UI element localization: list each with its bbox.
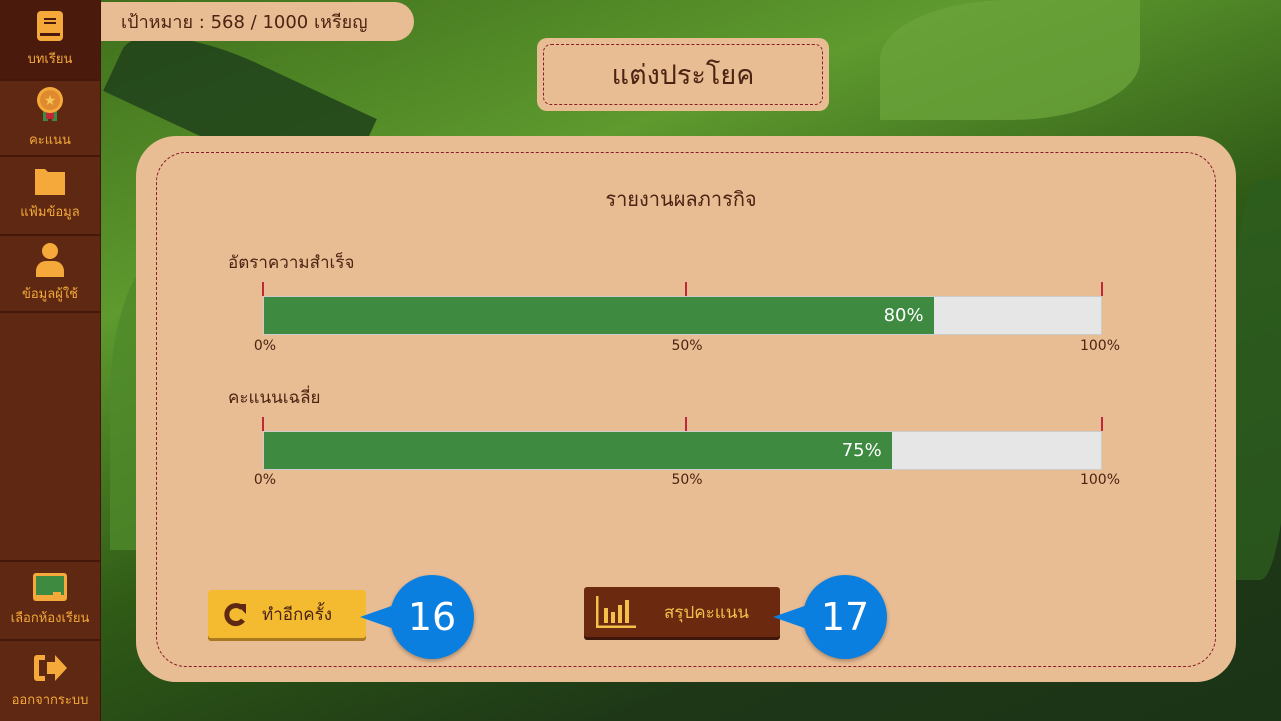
score-summary-button[interactable]: สรุปคะแนน xyxy=(584,587,780,637)
sidebar-item-label: คะแนน xyxy=(29,132,71,148)
average-score-label: คะแนนเฉลี่ย xyxy=(228,388,321,408)
sidebar-item-label: เลือกห้องเรียน xyxy=(10,611,90,626)
average-score-fill: 75% xyxy=(264,432,892,469)
tick-0 xyxy=(262,282,264,296)
score-summary-label: สรุปคะแนน xyxy=(664,602,749,623)
callout-marker-17: 17 xyxy=(773,575,887,659)
bar-chart-icon xyxy=(596,596,636,628)
scale-label: 50% xyxy=(671,472,703,488)
scale-label: 0% xyxy=(253,338,277,354)
report-heading: รายงานผลภารกิจ xyxy=(605,187,757,211)
medal-icon: ★ xyxy=(37,86,63,121)
page-title: แต่งประโยค xyxy=(543,44,823,105)
tick-100 xyxy=(1101,417,1103,431)
retry-label: ทำอีกครั้ง xyxy=(262,604,333,625)
sidebar-item-label: ออกจากระบบ xyxy=(11,692,89,708)
sidebar-item-scores[interactable]: ★ คะแนน xyxy=(0,81,100,157)
classroom-board-icon xyxy=(33,573,67,601)
scale-label: 100% xyxy=(1079,338,1121,354)
sidebar-item-lessons[interactable]: บทเรียน xyxy=(0,0,100,81)
logout-icon xyxy=(34,654,67,681)
success-rate-label: อัตราความสำเร็จ xyxy=(228,253,355,273)
sidebar-item-logout[interactable]: ออกจากระบบ xyxy=(0,641,100,721)
coin-goal: เป้าหมาย : 568 / 1000 เหรียญ xyxy=(101,2,414,41)
sidebar-item-label: แฟ้มข้อมูล xyxy=(20,205,80,220)
tick-50 xyxy=(685,417,687,431)
tick-100 xyxy=(1101,282,1103,296)
success-rate-bar: 80% xyxy=(263,296,1102,335)
activity-title-box: แต่งประโยค xyxy=(537,38,829,111)
sidebar-item-profile[interactable]: ข้อมูลผู้ใช้ xyxy=(0,236,100,313)
sidebar-item-label: บทเรียน xyxy=(27,52,73,67)
folder-icon xyxy=(35,169,65,195)
tick-50 xyxy=(685,282,687,296)
average-score-bar: 75% xyxy=(263,431,1102,470)
retry-button[interactable]: ทำอีกครั้ง xyxy=(208,590,366,638)
mission-report-panel: รายงานผลภารกิจ อัตราความสำเร็จ 80% 0% 50… xyxy=(136,136,1236,682)
svg-text:★: ★ xyxy=(44,93,57,109)
sidebar-item-label: ข้อมูลผู้ใช้ xyxy=(21,287,79,302)
scale-label: 50% xyxy=(671,338,703,354)
sidebar: บทเรียน ★ คะแนน แฟ้มข้อมูล ข้อมูลผู้ใช้ … xyxy=(0,0,101,721)
scale-label: 0% xyxy=(253,472,277,488)
refresh-icon xyxy=(224,603,246,626)
success-rate-fill: 80% xyxy=(264,297,934,334)
sidebar-item-select-classroom[interactable]: เลือกห้องเรียน xyxy=(0,560,100,641)
tick-0 xyxy=(262,417,264,431)
sidebar-item-files[interactable]: แฟ้มข้อมูล xyxy=(0,157,100,236)
scale-label: 100% xyxy=(1079,472,1121,488)
user-icon xyxy=(36,243,64,277)
book-icon xyxy=(37,11,63,41)
callout-marker-16: 16 xyxy=(360,575,474,659)
